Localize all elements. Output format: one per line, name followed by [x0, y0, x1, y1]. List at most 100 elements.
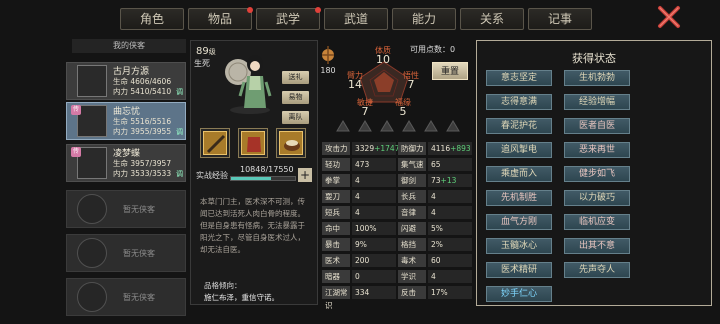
stat-label: 格挡 — [398, 238, 426, 251]
reset-button[interactable]: 重置 — [432, 62, 468, 80]
empty-party-slot[interactable]: 暂无侠客 — [66, 190, 186, 228]
status-item[interactable]: 恶来再世 — [564, 142, 630, 158]
potential-icon — [322, 46, 334, 64]
accessory-slot[interactable] — [276, 128, 306, 158]
status-item[interactable]: 玉髓冰心 — [486, 238, 552, 254]
empty-avatar — [77, 238, 107, 268]
status-item[interactable]: 春泥护花 — [486, 118, 552, 134]
tab-wudao[interactable]: 武道 — [324, 8, 388, 30]
stat-label: 江湖常识 — [322, 286, 350, 310]
status-item[interactable]: 先机制胜 — [486, 190, 552, 206]
tab-ability[interactable]: 能力 — [392, 8, 456, 30]
party-list-header: 我的侠客 — [72, 39, 186, 53]
empty-party-slot[interactable]: 暂无侠客 — [66, 278, 186, 316]
avatar — [77, 65, 107, 97]
exp-bar — [230, 176, 296, 181]
tab-items[interactable]: 物品 — [188, 7, 253, 30]
weapon-slot[interactable] — [200, 128, 230, 158]
status-item[interactable]: 妙手仁心 — [486, 286, 552, 302]
attr-value-comprehension: 7 — [407, 78, 415, 91]
stat-label: 暴击 — [322, 238, 350, 251]
stat-label: 毒术 — [398, 254, 426, 267]
status-panel-title: 获得状态 — [572, 52, 616, 65]
legend-badge: 传 — [71, 147, 81, 157]
member-mp: 内力 3955/3955 — [113, 127, 172, 136]
stat-label: 长兵 — [398, 190, 426, 203]
party-member-selected[interactable]: 传 曲忘忧 生命 5516/5516 内力 3955/3955 调 — [66, 102, 186, 140]
meridian-slot-icon[interactable] — [336, 120, 350, 132]
status-item[interactable]: 临机应变 — [564, 214, 630, 230]
stat-label: 闪避 — [398, 222, 426, 235]
trade-button[interactable]: 易物 — [282, 91, 309, 104]
character-description: 本草门门主，医术深不可测，传闻已达到活死人肉白骨的程度。但是自身患有怪病，无法暴… — [200, 197, 305, 254]
empty-avatar — [77, 282, 107, 312]
tab-relations[interactable]: 关系 — [460, 8, 524, 30]
personality-value: 施仁布泽，重信守诺。 — [204, 293, 279, 302]
status-item[interactable]: 志得意满 — [486, 94, 552, 110]
armor-icon — [241, 131, 265, 155]
tab-bar: 角色 物品 武学 武道 能力 关系 记事 — [120, 7, 600, 34]
stat-value: 65 — [428, 158, 472, 171]
stat-bonus: +13 — [440, 176, 457, 185]
meridian-slot-icon[interactable] — [380, 120, 394, 132]
sword-icon — [203, 131, 227, 155]
accessory-icon — [279, 131, 303, 155]
status-item[interactable]: 医术精研 — [486, 262, 552, 278]
stat-value: 4 — [428, 190, 472, 203]
status-item[interactable]: 追风掣电 — [486, 142, 552, 158]
empty-party-slot[interactable]: 暂无侠客 — [66, 234, 186, 272]
stat-bonus: +1747 — [374, 144, 400, 153]
meridian-slot-icon[interactable] — [446, 120, 460, 132]
potential-value: 180 — [320, 66, 336, 75]
member-mp: 内力 3533/3533 — [113, 169, 172, 178]
leave-party-button[interactable]: 离队 — [282, 111, 309, 124]
meridian-slot-icon[interactable] — [424, 120, 438, 132]
legend-badge: 传 — [71, 105, 81, 115]
stat-label: 短兵 — [322, 206, 350, 219]
close-icon[interactable] — [656, 4, 682, 30]
stat-label: 轻功 — [322, 158, 350, 171]
member-tag: 调 — [176, 128, 183, 136]
exp-label: 实战经验 — [196, 171, 228, 180]
stat-value: 3329+1747 — [352, 142, 400, 155]
status-item[interactable]: 健步如飞 — [564, 166, 630, 182]
available-points: 可用点数：0 — [410, 45, 456, 54]
stat-value: 9% — [352, 238, 396, 251]
status-item[interactable]: 乘虚而入 — [486, 166, 552, 182]
status-item[interactable]: 医者自医 — [564, 118, 630, 134]
stat-value: 2% — [428, 238, 472, 251]
armor-slot[interactable] — [238, 128, 268, 158]
stat-value: 4 — [352, 190, 396, 203]
tab-martial-arts[interactable]: 武学 — [256, 7, 321, 30]
status-item[interactable]: 经验增幅 — [564, 94, 630, 110]
add-exp-button[interactable]: + — [298, 168, 312, 182]
notification-dot — [247, 7, 253, 13]
stat-value: 17% — [428, 286, 472, 299]
stat-label: 拳掌 — [322, 174, 350, 187]
stat-label: 耍刀 — [322, 190, 350, 203]
stat-value: 0 — [352, 270, 396, 283]
stat-label: 集气速度 — [398, 158, 426, 182]
status-item[interactable]: 出其不意 — [564, 238, 630, 254]
stat-label: 命中 — [322, 222, 350, 235]
status-item[interactable]: 意志坚定 — [486, 70, 552, 86]
empty-slot-label: 暂无侠客 — [123, 293, 155, 302]
status-item[interactable]: 先声夺人 — [564, 262, 630, 278]
stat-label: 攻击力 — [322, 142, 350, 155]
party-member[interactable]: 古月方源 生命 4606/4606 内力 5410/5410 调 — [66, 62, 186, 100]
member-tag: 调 — [176, 170, 183, 178]
gift-button[interactable]: 送礼 — [282, 71, 309, 84]
notification-dot — [315, 7, 321, 13]
meridian-slot-icon[interactable] — [358, 120, 372, 132]
status-item[interactable]: 血气方刚 — [486, 214, 552, 230]
tab-role[interactable]: 角色 — [120, 8, 184, 30]
stat-value: 334 — [352, 286, 396, 299]
status-item[interactable]: 生机勃勃 — [564, 70, 630, 86]
party-member[interactable]: 传 凌梦蝶 生命 3957/3957 内力 3533/3533 调 — [66, 144, 186, 182]
status-item[interactable]: 以力破巧 — [564, 190, 630, 206]
tab-journal[interactable]: 记事 — [528, 8, 592, 30]
character-level: 89级 — [196, 46, 216, 57]
stat-value: 473 — [352, 158, 396, 171]
stat-value: 5% — [428, 222, 472, 235]
meridian-slot-icon[interactable] — [402, 120, 416, 132]
